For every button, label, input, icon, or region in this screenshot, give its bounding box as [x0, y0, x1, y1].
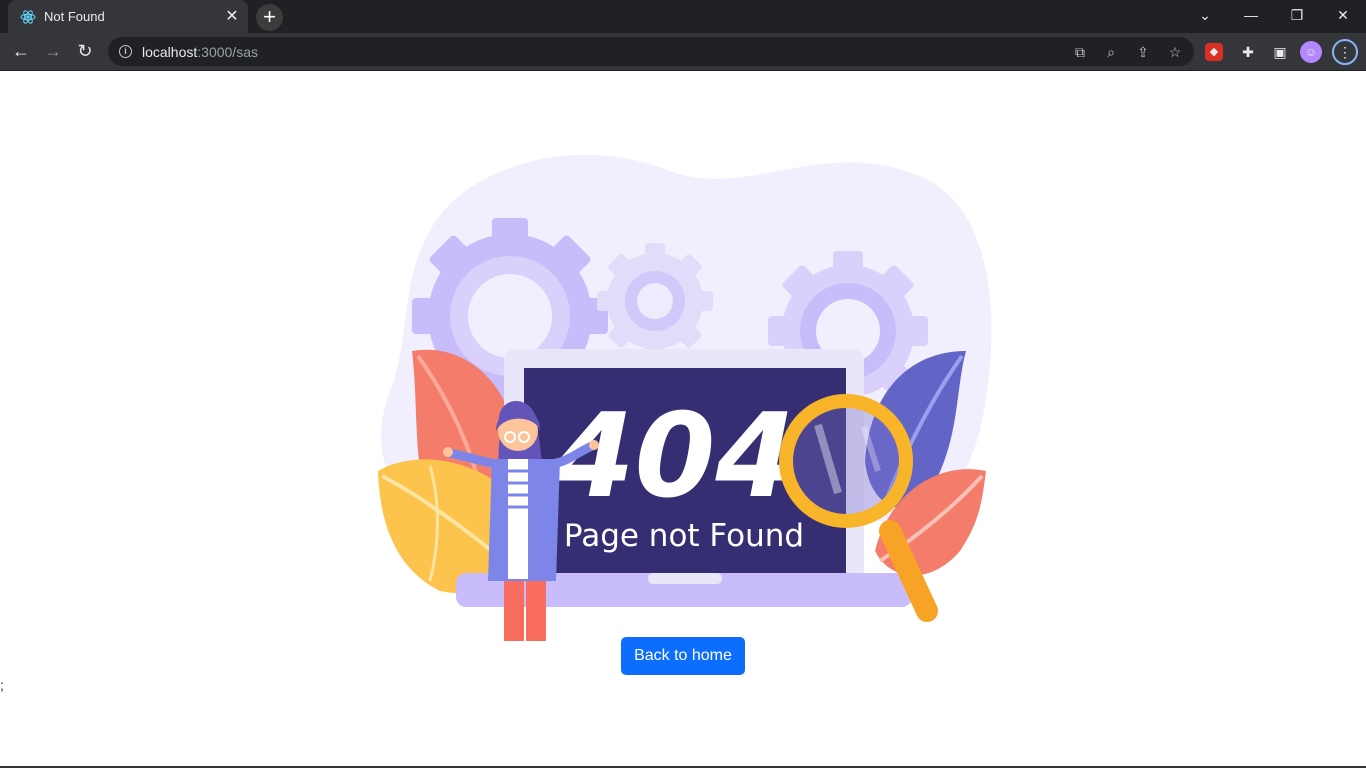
browser-toolbar: ← → ↻ i localhost:3000/sas ⧉ ⌕ ⇪ ☆ ◆ ✚ ▣…: [0, 33, 1366, 71]
extension-icon[interactable]: ◆: [1205, 43, 1223, 61]
stray-text: ;: [0, 677, 4, 693]
error-code: 404: [553, 389, 796, 524]
site-info-icon[interactable]: i: [119, 45, 132, 58]
back-icon[interactable]: ←: [6, 36, 36, 66]
small-gear-icon: [597, 243, 713, 359]
close-window-icon[interactable]: ✕: [1320, 0, 1366, 30]
laptop-notch: [648, 573, 722, 584]
tab-strip: Not Found ✕ + ⌄ — ❐ ✕: [0, 0, 1366, 33]
minimize-icon[interactable]: —: [1228, 0, 1274, 30]
restore-icon[interactable]: ❐: [1274, 0, 1320, 30]
address-bar[interactable]: i localhost:3000/sas ⧉ ⌕ ⇪ ☆: [108, 37, 1194, 66]
zoom-icon[interactable]: ⌕: [1101, 42, 1121, 62]
side-panel-icon[interactable]: ▣: [1269, 41, 1291, 63]
forward-icon[interactable]: →: [38, 36, 68, 66]
url-text[interactable]: localhost:3000/sas: [142, 44, 258, 60]
error-message: Page not Found: [564, 518, 804, 554]
tab-title: Not Found: [44, 9, 105, 24]
not-found-illustration: 404 Page not Found: [378, 154, 992, 641]
react-icon: [20, 10, 36, 24]
translate-icon[interactable]: ⧉: [1070, 42, 1090, 62]
close-tab-icon[interactable]: ✕: [222, 7, 242, 27]
reload-icon[interactable]: ↻: [70, 36, 100, 66]
browser-tab[interactable]: Not Found ✕: [8, 0, 248, 33]
page-content: 404 Page not Found Back to home ;: [0, 71, 1366, 768]
extensions-puzzle-icon[interactable]: ✚: [1237, 41, 1259, 63]
share-icon[interactable]: ⇪: [1133, 42, 1153, 62]
back-to-home-button[interactable]: Back to home: [621, 637, 745, 675]
tab-search-icon[interactable]: ⌄: [1182, 0, 1228, 30]
new-tab-button[interactable]: +: [256, 4, 283, 31]
bookmark-star-icon[interactable]: ☆: [1165, 42, 1185, 62]
profile-avatar-icon[interactable]: ☺: [1300, 41, 1322, 63]
menu-kebab-icon[interactable]: ⋮: [1332, 39, 1358, 65]
